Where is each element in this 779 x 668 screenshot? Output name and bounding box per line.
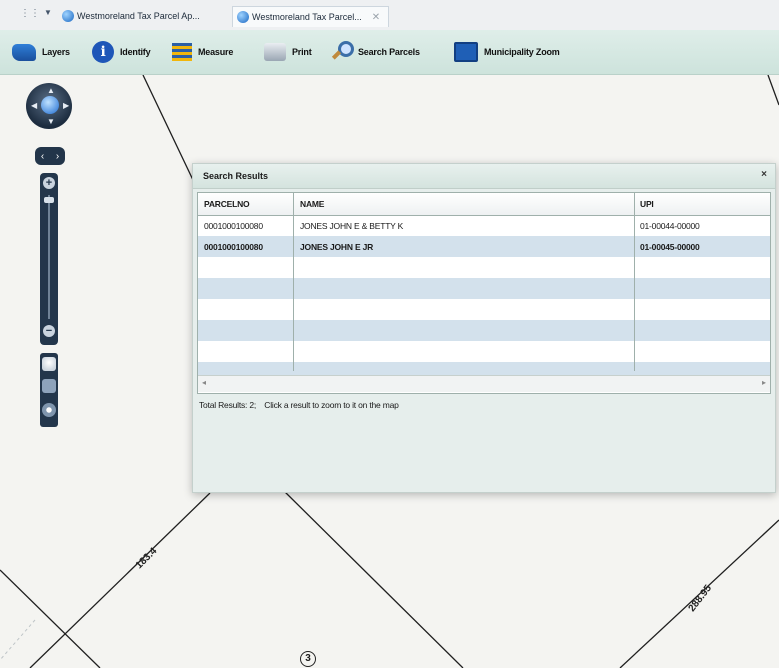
rotate-right-icon[interactable]: › (56, 151, 59, 162)
identify-label: Identify (120, 47, 151, 57)
table-header: PARCELNO NAME UPI (198, 193, 770, 216)
ruler-icon (172, 43, 192, 61)
info-icon: i (92, 41, 114, 63)
rotate-left-icon[interactable]: ‹ (41, 151, 44, 162)
browser-tab-1[interactable]: Westmoreland Tax Parcel Ap... (62, 5, 200, 27)
measure-button[interactable]: Measure (172, 40, 233, 64)
measure-label: Measure (198, 47, 234, 57)
municipality-zoom-button[interactable]: Municipality Zoom (454, 40, 560, 64)
municipality-zoom-label: Municipality Zoom (484, 47, 560, 57)
empty-row (198, 341, 770, 362)
column-header-upi[interactable]: UPI (640, 199, 654, 209)
zoom-slider[interactable]: + − (40, 173, 58, 345)
empty-row (198, 278, 770, 299)
results-table: PARCELNO NAME UPI 0001000100080 JONES JO… (197, 192, 771, 394)
cell-upi: 01-00045-00000 (640, 242, 700, 252)
search-parcels-button[interactable]: Search Parcels (330, 40, 420, 64)
globe-center-icon[interactable] (41, 96, 59, 114)
horizontal-scrollbar[interactable]: ◂ ▸ (198, 375, 770, 392)
parcel-boundary (142, 75, 194, 181)
cell-name: JONES JOHN E & BETTY K (300, 221, 404, 231)
search-icon (330, 41, 354, 63)
empty-row (198, 257, 770, 278)
map-navigation-control: ▲ ▼ ◀ ▶ ‹ › + − (24, 83, 74, 428)
pan-down-icon[interactable]: ▼ (47, 118, 55, 126)
monitor-icon (454, 42, 478, 62)
cell-name: JONES JOHN E JR (300, 242, 374, 252)
browser-tab-2[interactable]: Westmoreland Tax Parcel... ✕ (232, 6, 390, 27)
map-tool-stack (40, 353, 58, 427)
parcel-boundary (0, 569, 101, 668)
identify-button[interactable]: i Identify (92, 40, 151, 64)
zoom-out-icon[interactable]: − (43, 325, 55, 337)
table-row[interactable]: 0001000100080 JONES JOHN E JR 01-00045-0… (198, 236, 770, 257)
empty-row (198, 362, 770, 375)
zoom-track[interactable] (48, 195, 50, 319)
print-label: Print (292, 47, 312, 57)
zoom-box-icon[interactable] (42, 379, 56, 393)
cell-upi: 01-00044-00000 (640, 221, 700, 231)
globe-icon (237, 11, 249, 23)
hand-pan-icon[interactable] (42, 357, 56, 371)
full-extent-icon[interactable] (42, 403, 56, 417)
scroll-right-icon[interactable]: ▸ (762, 378, 766, 387)
dashed-boundary (0, 619, 36, 661)
printer-icon (264, 43, 286, 61)
zoom-hint-text: Click a result to zoom to it on the map (264, 400, 399, 410)
close-icon[interactable]: × (761, 169, 767, 180)
cell-parcelno: 0001000100080 (204, 221, 263, 231)
layers-icon (12, 43, 36, 61)
zoom-in-icon[interactable]: + (43, 177, 55, 189)
parcel-boundary (767, 75, 779, 106)
pan-right-icon[interactable]: ▶ (63, 102, 69, 110)
globe-icon (62, 10, 74, 22)
layers-button[interactable]: Layers (12, 40, 70, 64)
tab-1-label: Westmoreland Tax Parcel Ap... (77, 11, 200, 21)
empty-row (198, 320, 770, 341)
panel-title: Search Results (203, 171, 269, 181)
parcel-boundary (29, 492, 211, 668)
search-results-panel: Search Results × PARCELNO NAME UPI 00010… (192, 163, 776, 493)
table-row[interactable]: 0001000100080 JONES JOHN E & BETTY K 01-… (198, 215, 770, 236)
total-results-text: Total Results: 2; (199, 400, 257, 410)
pan-control[interactable]: ▲ ▼ ◀ ▶ (26, 83, 72, 129)
empty-row (198, 299, 770, 320)
panel-title-bar[interactable]: Search Results × (193, 164, 775, 189)
parcel-boundary (282, 489, 464, 668)
zoom-thumb[interactable] (44, 197, 54, 203)
pan-left-icon[interactable]: ◀ (31, 102, 37, 110)
results-summary: Total Results: 2; Click a result to zoom… (199, 400, 399, 410)
tab-close-icon[interactable]: ✕ (372, 12, 380, 23)
browser-tab-bar: ⋮⋮ ▼ Westmoreland Tax Parcel Ap... Westm… (0, 0, 779, 30)
scroll-left-icon[interactable]: ◂ (202, 378, 206, 387)
rotate-controls[interactable]: ‹ › (35, 147, 65, 165)
layers-label: Layers (42, 47, 70, 57)
app-toolbar: Layers i Identify Measure Print Search P… (0, 30, 779, 75)
search-parcels-label: Search Parcels (358, 47, 420, 57)
print-button[interactable]: Print (264, 40, 312, 64)
column-header-name[interactable]: NAME (300, 199, 324, 209)
tab-menu-icon[interactable]: ⋮⋮ (20, 8, 40, 19)
column-separator (634, 193, 635, 371)
column-header-parcelno[interactable]: PARCELNO (204, 199, 250, 209)
parcel-number-marker: 3 (300, 651, 316, 667)
pan-up-icon[interactable]: ▲ (47, 87, 55, 95)
column-separator (293, 193, 294, 371)
cell-parcelno: 0001000100080 (204, 242, 263, 252)
tab-dropdown-icon[interactable]: ▼ (44, 8, 52, 17)
tab-2-label: Westmoreland Tax Parcel... (252, 12, 362, 22)
